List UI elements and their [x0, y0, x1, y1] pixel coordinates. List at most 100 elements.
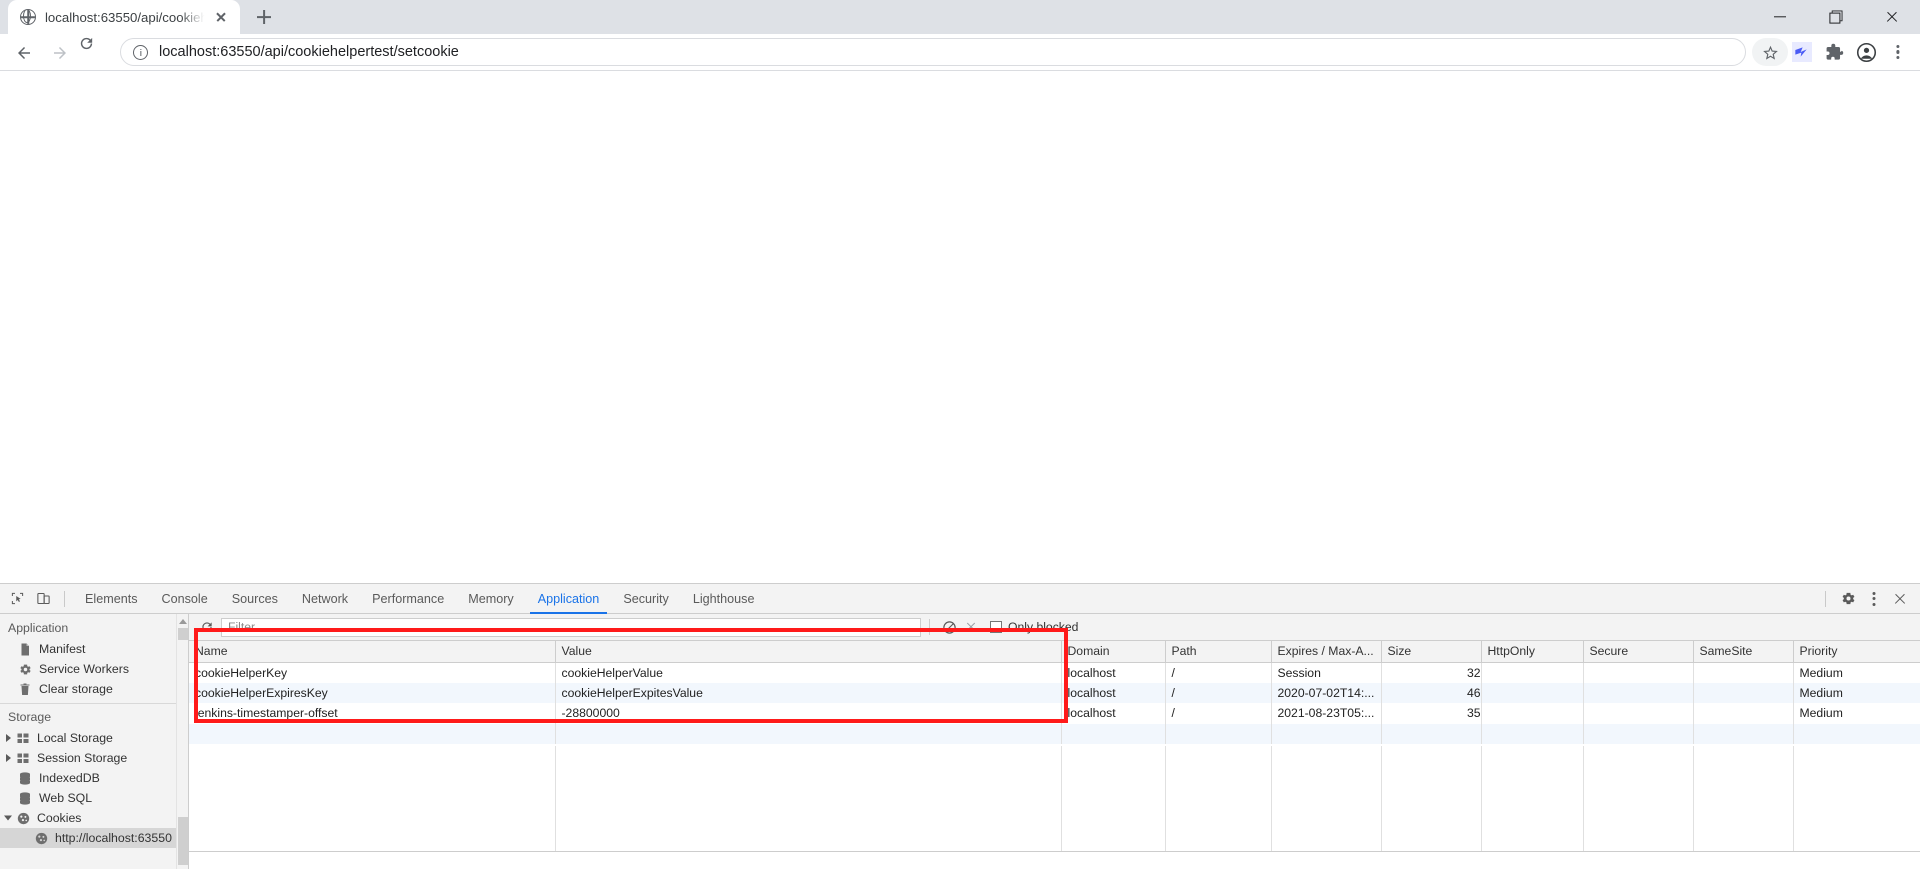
clear-filtered-cookies-icon[interactable]	[960, 616, 982, 638]
sidebar-scrollbar[interactable]	[176, 614, 188, 869]
bookmark-button[interactable]	[1752, 36, 1788, 68]
sidebar-item-label: Web SQL	[39, 791, 93, 805]
sidebar-item-cookies[interactable]: Cookies	[0, 808, 188, 828]
sidebar-item-service-workers[interactable]: Service Workers	[0, 659, 188, 679]
tab-elements[interactable]: Elements	[73, 584, 150, 614]
table-icon	[16, 731, 30, 745]
cookie-icon	[16, 811, 30, 825]
cell-httponly	[1481, 662, 1584, 683]
tab-memory[interactable]: Memory	[456, 584, 525, 614]
database-icon	[18, 791, 32, 805]
devtools-close-button[interactable]	[1886, 585, 1914, 613]
window-close-button[interactable]	[1864, 0, 1920, 34]
sidebar-item-label: Local Storage	[37, 731, 113, 745]
cell-expires: Session	[1271, 662, 1382, 683]
column-header-priority[interactable]: Priority	[1793, 641, 1920, 663]
manifest-file-icon	[18, 642, 32, 656]
tab-sources[interactable]: Sources	[220, 584, 290, 614]
browser-tab[interactable]: localhost:63550/api/cookiehelpertest/set…	[8, 0, 240, 34]
sidebar-item-cookie-origin[interactable]: http://localhost:63550	[0, 828, 188, 848]
cell-value: cookieHelperValue	[555, 662, 1062, 683]
cell-secure	[1583, 662, 1694, 683]
column-header-httponly[interactable]: HttpOnly	[1481, 641, 1584, 663]
tab-network[interactable]: Network	[290, 584, 360, 614]
filter-input[interactable]: Filter	[221, 617, 921, 637]
column-header-path[interactable]: Path	[1165, 641, 1272, 663]
devtools-toolbar-actions	[1817, 585, 1920, 613]
only-blocked-toggle[interactable]: Only blocked	[990, 620, 1078, 634]
cell-value: -28800000	[555, 703, 1062, 724]
scrollbar-thumb[interactable]	[178, 817, 188, 865]
scrollbar-thumb-top[interactable]	[178, 628, 188, 640]
toolbar-divider	[64, 590, 65, 607]
arrow-left-icon	[15, 44, 31, 60]
tab-strip: localhost:63550/api/cookiehelpertest/set…	[0, 0, 1920, 34]
new-tab-button[interactable]	[250, 3, 278, 31]
back-button[interactable]	[6, 35, 40, 69]
column-header-expires[interactable]: Expires / Max-A...	[1271, 641, 1382, 663]
tab-console[interactable]: Console	[150, 584, 220, 614]
extensions-button[interactable]	[1818, 36, 1850, 68]
sidebar-section-storage: Storage	[8, 710, 52, 724]
table-empty-row[interactable]	[189, 723, 1920, 744]
sidebar-item-web-sql[interactable]: Web SQL	[0, 788, 188, 808]
refresh-icon[interactable]	[195, 615, 219, 639]
extension-bird-button[interactable]	[1786, 36, 1818, 68]
actions-divider	[1825, 590, 1826, 607]
address-bar[interactable]: localhost:63550/api/cookiehelpertest/set…	[120, 38, 1746, 66]
gear-icon	[18, 662, 32, 676]
trash-icon	[18, 682, 32, 696]
scroll-up-icon[interactable]	[178, 619, 187, 624]
tab-performance[interactable]: Performance	[360, 584, 456, 614]
sidebar-item-manifest[interactable]: Manifest	[0, 639, 188, 659]
clear-all-cookies-icon[interactable]	[938, 616, 960, 638]
close-icon[interactable]	[210, 6, 232, 28]
browser-toolbar: localhost:63550/api/cookiehelpertest/set…	[0, 34, 1920, 71]
globe-icon	[20, 9, 36, 25]
info-circle-icon[interactable]	[133, 44, 148, 60]
browser-menu-button[interactable]	[1882, 36, 1914, 68]
tab-security[interactable]: Security	[611, 584, 681, 614]
column-header-samesite[interactable]: SameSite	[1693, 641, 1794, 663]
column-header-name[interactable]: Name	[189, 641, 556, 663]
column-header-secure[interactable]: Secure	[1583, 641, 1694, 663]
cell-name: cookieHelperKey	[189, 662, 556, 683]
table-row[interactable]: jenkins-timestamper-offset -28800000 loc…	[189, 703, 1920, 724]
sidebar-item-indexeddb[interactable]: IndexedDB	[0, 768, 188, 788]
devtools-more-button[interactable]	[1862, 585, 1886, 613]
table-row[interactable]: cookieHelperExpiresKey cookieHelperExpit…	[189, 682, 1920, 703]
page-viewport	[0, 71, 1920, 583]
tab-application[interactable]: Application	[526, 584, 612, 614]
profile-button[interactable]	[1850, 36, 1882, 68]
minimize-button[interactable]	[1752, 0, 1808, 34]
tab-lighthouse[interactable]: Lighthouse	[681, 584, 767, 614]
sidebar-item-session-storage[interactable]: Session Storage	[0, 748, 188, 768]
table-header-row: Name Value Domain Path Expires / Max-A..…	[189, 641, 1920, 663]
only-blocked-checkbox[interactable]	[990, 621, 1002, 633]
column-header-size[interactable]: Size	[1381, 641, 1482, 663]
puzzle-icon	[1826, 43, 1843, 60]
cell-httponly	[1481, 682, 1584, 703]
cookies-table: Name Value Domain Path Expires / Max-A..…	[189, 641, 1920, 744]
sidebar-item-local-storage[interactable]: Local Storage	[0, 728, 188, 748]
column-header-domain[interactable]: Domain	[1061, 641, 1166, 663]
cell-priority: Medium	[1793, 682, 1920, 703]
gear-icon[interactable]	[1834, 585, 1862, 613]
cell-path: /	[1165, 703, 1272, 724]
forward-button[interactable]	[42, 35, 76, 69]
sidebar-item-clear-storage[interactable]: Clear storage	[0, 679, 188, 699]
cell-samesite	[1693, 662, 1794, 683]
sidebar-section-application: Application	[8, 621, 69, 635]
maximize-button[interactable]	[1808, 0, 1864, 34]
sidebar-item-label: IndexedDB	[39, 771, 100, 785]
device-toolbar-icon[interactable]	[30, 586, 56, 612]
cell-name: cookieHelperExpiresKey	[189, 682, 556, 703]
reload-button[interactable]	[78, 35, 112, 69]
filter-placeholder: Filter	[228, 620, 256, 634]
column-header-value[interactable]: Value	[555, 641, 1062, 663]
account-icon	[1856, 42, 1876, 62]
inspect-element-icon[interactable]	[4, 586, 30, 612]
cell-path: /	[1165, 662, 1272, 683]
devtools-body: Application Manifest Service Workers Cle…	[0, 614, 1920, 869]
table-row[interactable]: cookieHelperKey cookieHelperValue localh…	[189, 662, 1920, 683]
